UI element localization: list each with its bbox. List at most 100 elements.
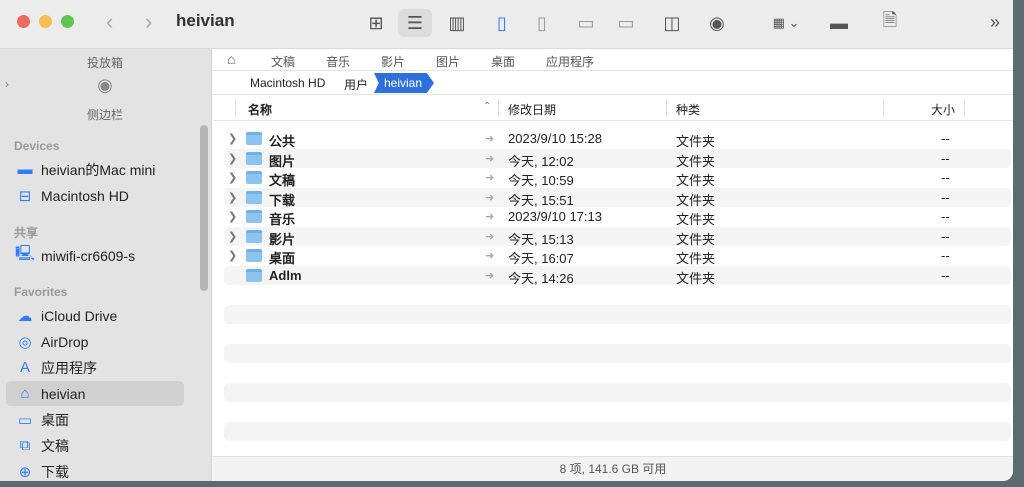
finder-window: ‹ › heivian ⊞ ☰ ▥ ▯ ▯ ▭ ▭ ◫ ◉ ▦ ⌄ ▬ 🗎 » … [0, 0, 1013, 481]
empty-row [224, 304, 1011, 324]
group-by-icon[interactable]: ▦ ⌄ [765, 9, 807, 37]
file-date: 今天, 12:02 [508, 153, 574, 169]
file-size: -- [941, 150, 950, 166]
file-size: -- [941, 267, 950, 283]
file-row[interactable]: ❯ 下载 ➜ 今天, 15:51 文件夹 -- [224, 187, 1011, 208]
sidebar-label: 侧边栏 [86, 108, 123, 122]
sidebar-item-label: miwifi-cr6609-s [41, 247, 136, 264]
file-date: 今天, 16:07 [508, 251, 574, 266]
disclosure-chevron-icon[interactable]: ❯ [228, 249, 237, 262]
file-kind: 文件夹 [676, 251, 716, 266]
file-name: 桌面 [269, 251, 296, 266]
quick-look-eye-icon[interactable]: ◉ [700, 9, 734, 37]
sidebar-item-macintosh-hd[interactable]: ⊟ Macintosh HD [6, 183, 184, 208]
file-row[interactable]: ❯ 文稿 ➜ 今天, 10:59 文件夹 -- [224, 168, 1011, 188]
home-icon[interactable]: ⌂ [227, 51, 235, 67]
disclosure-chevron-icon[interactable]: ❯ [228, 152, 237, 165]
file-row[interactable]: ❯ 音乐 ➜ 2023/9/10 17:13 文件夹 -- [224, 207, 1011, 227]
column-kind[interactable]: 种类 [676, 101, 700, 118]
drive-icon: ⊟ [18, 187, 32, 205]
disclosure-chevron-icon[interactable]: ❯ [228, 132, 237, 145]
view-columns-icon[interactable]: ▥ [440, 9, 474, 37]
favbar-item[interactable]: 影片 [381, 53, 405, 70]
disclosure-chevron-icon[interactable]: ❯ [228, 171, 237, 184]
section-devices: Devices [14, 139, 60, 153]
sidebar-item-mac-mini[interactable]: ▬ heivian的Mac mini [6, 157, 184, 182]
view-list-icon[interactable]: ☰ [398, 9, 432, 37]
go-arrow-icon[interactable]: ➜ [485, 191, 494, 204]
favbar-item[interactable]: 音乐 [326, 53, 350, 70]
go-arrow-icon[interactable]: ➜ [485, 171, 494, 184]
file-name: 下载 [269, 192, 296, 208]
sidebar-item-documents[interactable]: ⧉ 文稿 [6, 433, 184, 458]
back-button[interactable]: ‹ [106, 9, 113, 35]
column-size[interactable]: 大小 [931, 101, 955, 118]
preview-bottom-icon[interactable]: ▭ [569, 9, 603, 37]
favbar-item[interactable]: 文稿 [271, 53, 295, 70]
sidebar-item-desktop[interactable]: ▭ 桌面 [6, 407, 184, 432]
sidebar-item-icloud[interactable]: ☁ iCloud Drive [6, 303, 184, 328]
zoom-button[interactable] [61, 15, 74, 28]
file-row[interactable]: ❯ 影片 ➜ 今天, 15:13 文件夹 -- [224, 226, 1011, 247]
favbar-item[interactable]: 图片 [436, 53, 460, 70]
desktop-icon: ▭ [17, 411, 33, 429]
go-arrow-icon[interactable]: ➜ [485, 210, 494, 223]
file-size: -- [941, 209, 950, 224]
ruler-icon[interactable]: ▬ [822, 9, 856, 37]
sidebar-item-label: AirDrop [41, 333, 89, 350]
column-name[interactable]: 名称 [248, 101, 272, 118]
sidebar-item-downloads[interactable]: ⊕ 下载 [6, 459, 184, 481]
path-item-current[interactable]: heivian [374, 73, 434, 93]
minimize-button[interactable] [39, 15, 52, 28]
pathbar-toggle-icon[interactable]: ▭ [609, 9, 643, 37]
file-row[interactable]: ❯ 图片 ➜ 今天, 12:02 文件夹 -- [224, 148, 1011, 169]
sidebar-item-apps[interactable]: A 应用程序 [6, 355, 184, 380]
favbar-item[interactable]: 桌面 [491, 53, 515, 70]
go-arrow-icon[interactable]: ➜ [485, 152, 494, 165]
go-arrow-icon[interactable]: ➜ [485, 269, 494, 282]
view-icons-icon[interactable]: ⊞ [359, 9, 393, 37]
path-item[interactable]: Macintosh HD [250, 76, 325, 90]
column-date[interactable]: 修改日期 [508, 101, 556, 118]
disclosure-chevron-icon[interactable]: ❯ [228, 191, 237, 204]
file-size: -- [941, 248, 950, 263]
airdrop-icon: ◎ [18, 333, 32, 351]
go-arrow-icon[interactable]: ➜ [485, 249, 494, 262]
file-date: 2023/9/10 15:28 [508, 131, 602, 146]
file-date: 今天, 14:26 [508, 270, 574, 286]
sidebar-item-miwifi[interactable]: 🖳 miwifi-cr6609-s [6, 243, 184, 268]
disclosure-chevron-icon[interactable]: ❯ [228, 230, 237, 243]
inspector-toggle-icon[interactable]: ▯ [525, 9, 559, 37]
search-document-icon[interactable]: 🗎 [873, 9, 907, 37]
sidebar-scrollbar[interactable] [200, 125, 208, 291]
file-date: 2023/9/10 17:13 [508, 209, 602, 224]
path-bar: Macintosh HD 用户 heivian [213, 71, 1013, 95]
window-title: heivian [176, 11, 235, 30]
empty-row [224, 343, 1011, 363]
section-shared: 共享 [14, 226, 39, 240]
target-icon[interactable]: ◉ [0, 75, 210, 96]
section-favorites: Favorites [14, 285, 68, 299]
split-view-icon[interactable]: ◫ [655, 9, 689, 37]
disclosure-chevron-icon[interactable]: ❯ [228, 210, 237, 223]
sidebar-item-airdrop[interactable]: ◎ AirDrop [6, 329, 184, 354]
file-size: -- [941, 131, 950, 146]
close-button[interactable] [17, 15, 30, 28]
file-row[interactable]: ❯ 公共 ➜ 2023/9/10 15:28 文件夹 -- [224, 129, 1011, 149]
sidebar-item-home[interactable]: ⌂ heivian [6, 381, 184, 406]
forward-button[interactable]: › [145, 9, 152, 35]
file-row[interactable]: ❯ 桌面 ➜ 今天, 16:07 文件夹 -- [224, 246, 1011, 266]
sidebar-toggle-icon[interactable]: ▯ [485, 9, 519, 37]
empty-row [224, 402, 1011, 422]
go-arrow-icon[interactable]: ➜ [485, 132, 494, 145]
file-list: ❯ 公共 ➜ 2023/9/10 15:28 文件夹 -- ❯ 图片 ➜ 今天, … [224, 129, 1011, 461]
empty-row [224, 363, 1011, 383]
status-bar: 8 项, 141.6 GB 可用 [213, 456, 1013, 481]
file-row[interactable]: Adlm ➜ 今天, 14:26 文件夹 -- [224, 265, 1011, 286]
favbar-item[interactable]: 应用程序 [546, 53, 594, 70]
sort-ascending-icon[interactable]: ⌃ [483, 101, 491, 112]
toolbar-overflow-button[interactable]: » [990, 12, 1000, 33]
go-arrow-icon[interactable]: ➜ [485, 230, 494, 243]
path-item[interactable]: 用户 [344, 76, 368, 93]
folder-icon [246, 132, 262, 145]
